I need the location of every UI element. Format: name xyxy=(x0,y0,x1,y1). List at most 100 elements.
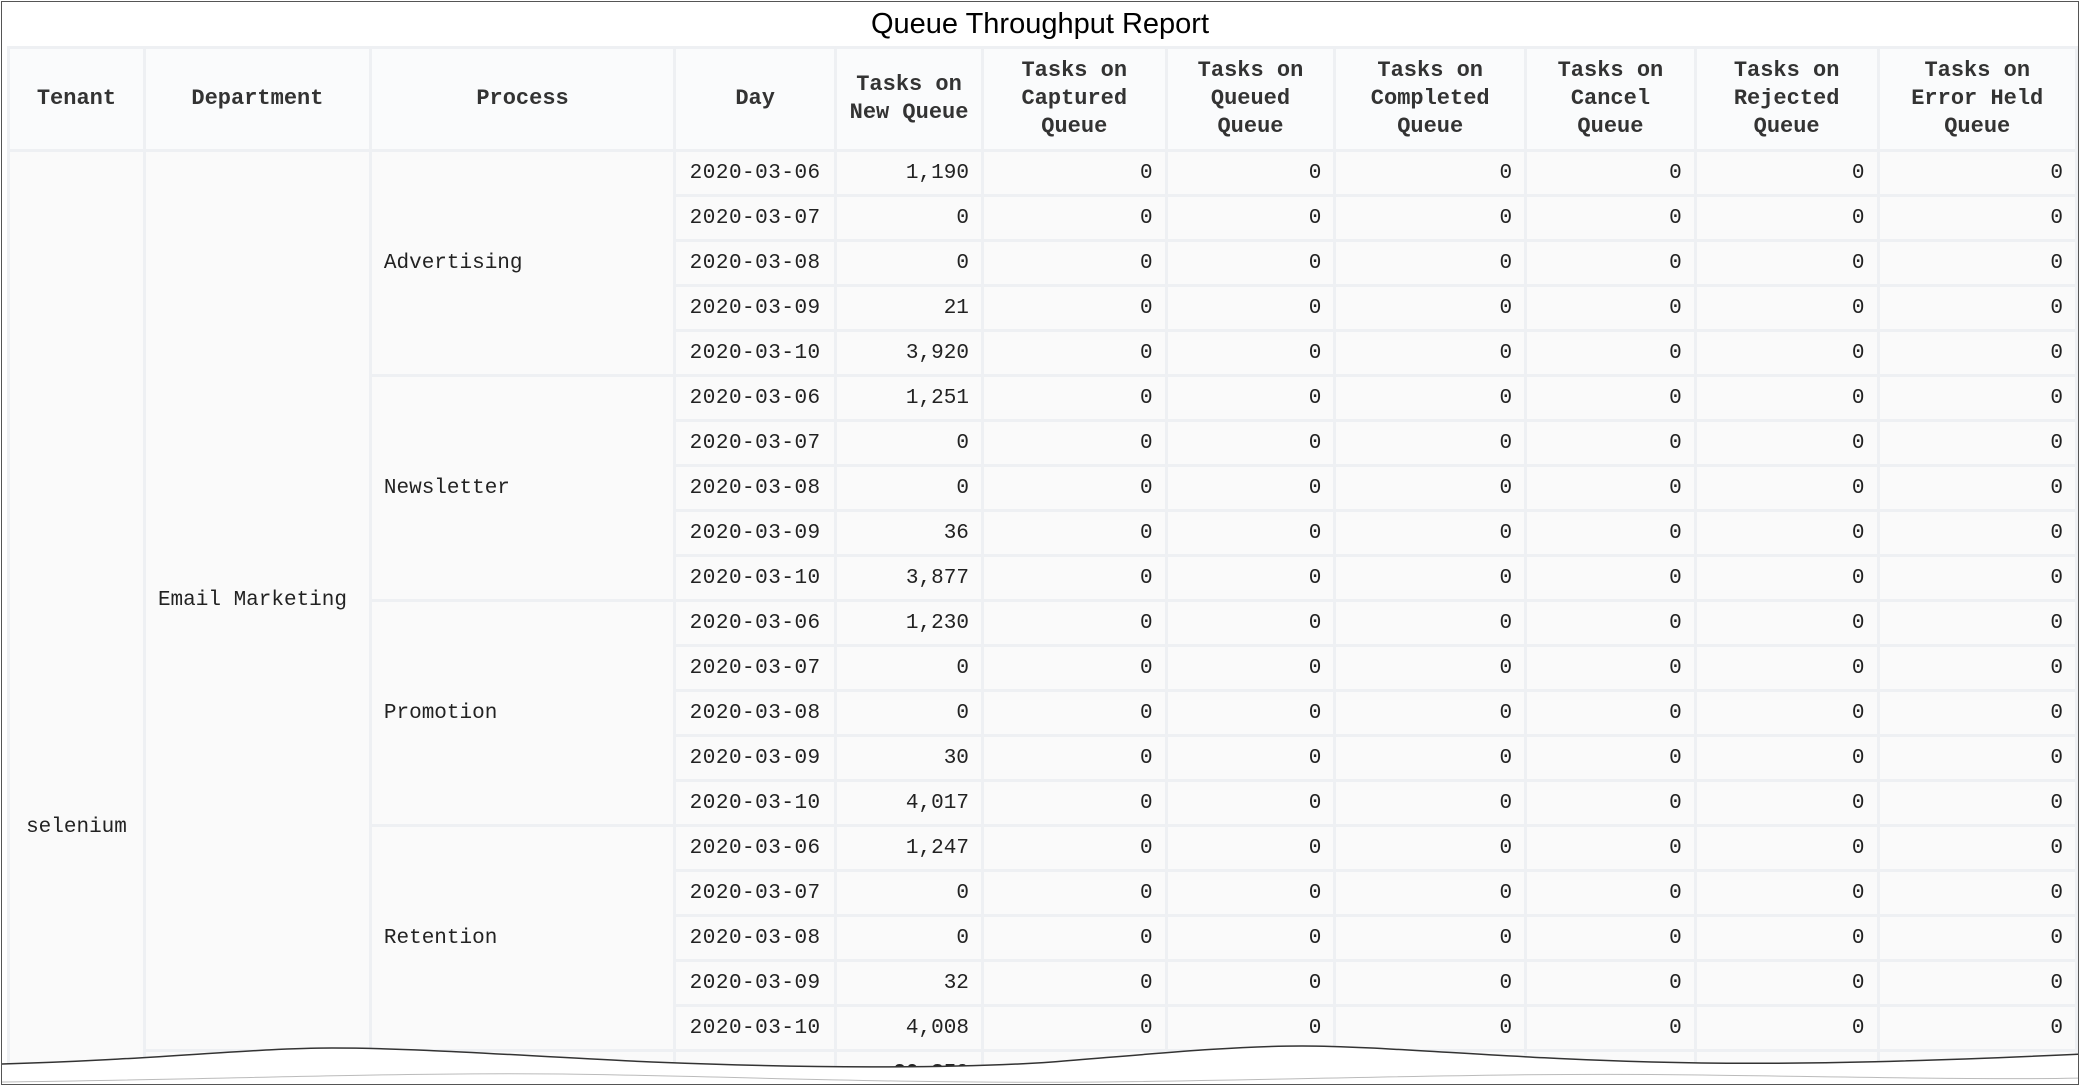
value-cell: 0 xyxy=(1524,599,1697,647)
value-cell: 0 xyxy=(980,284,1168,332)
value-cell: 0 xyxy=(1693,869,1880,917)
value-cell: 0 xyxy=(1333,239,1528,287)
column-header[interactable]: Tenant xyxy=(7,46,146,152)
department-cell: Email Marketing xyxy=(142,149,372,1052)
value-cell: 0 xyxy=(980,779,1168,827)
value-cell: 0 xyxy=(1333,869,1528,917)
value-cell: 0 xyxy=(980,464,1168,512)
value-cell: 0 xyxy=(980,509,1168,557)
value-cell: 0 xyxy=(980,239,1168,287)
value-cell: 0 xyxy=(1524,509,1697,557)
value-cell: 0 xyxy=(1524,419,1697,467)
value-cell: 0 xyxy=(1876,374,2078,422)
column-header[interactable]: Department xyxy=(142,46,372,152)
value-cell: 0 xyxy=(834,194,984,242)
column-header[interactable]: Tasks on Rejected Queue xyxy=(1693,46,1880,152)
value-cell: 0 xyxy=(980,194,1168,242)
value-cell: 1,230 xyxy=(834,599,984,647)
column-header[interactable]: Tasks on Cancel Queue xyxy=(1524,46,1697,152)
value-cell: 0 xyxy=(834,419,984,467)
value-cell: 30 xyxy=(834,734,984,782)
value-cell: 0 xyxy=(1693,374,1880,422)
value-cell: 0 xyxy=(1333,959,1528,1007)
report-frame: Queue Throughput Report Tenant Department… xyxy=(1,1,2079,1085)
tenant-cell: selenium xyxy=(7,149,146,1084)
column-header[interactable]: Day xyxy=(673,46,838,152)
page-tear-edge xyxy=(2,1045,2078,1084)
table-row: selenium Email Marketing Advertising 2020-0… xyxy=(7,149,2078,1084)
value-cell: 21 xyxy=(834,284,984,332)
value-cell: 0 xyxy=(1524,554,1697,602)
day-cell: 2020-03-07 xyxy=(673,194,838,242)
day-cell: 2020-03-10 xyxy=(673,554,838,602)
value-cell: 0 xyxy=(1693,464,1880,512)
value-cell: 0 xyxy=(1693,959,1880,1007)
day-cell: 2020-03-09 xyxy=(673,959,838,1007)
value-cell: 0 xyxy=(1333,149,1528,197)
value-cell: 0 xyxy=(1876,464,2078,512)
value-cell: 0 xyxy=(1333,329,1528,377)
value-cell: 0 xyxy=(1164,869,1337,917)
value-cell: 0 xyxy=(1693,329,1880,377)
value-cell: 0 xyxy=(1693,284,1880,332)
value-cell: 0 xyxy=(1876,914,2078,962)
value-cell: 0 xyxy=(980,689,1168,737)
column-header[interactable]: Tasks on Queued Queue xyxy=(1164,46,1337,152)
value-cell: 0 xyxy=(1524,779,1697,827)
value-cell: 0 xyxy=(1524,149,1697,197)
day-cell: 2020-03-08 xyxy=(673,239,838,287)
day-cell: 2020-03-09 xyxy=(673,734,838,782)
value-cell: 0 xyxy=(834,689,984,737)
value-cell: 0 xyxy=(1164,284,1337,332)
value-cell: 0 xyxy=(1876,599,2078,647)
value-cell: 0 xyxy=(1876,689,2078,737)
value-cell: 0 xyxy=(1693,509,1880,557)
value-cell: 0 xyxy=(1333,824,1528,872)
value-cell: 0 xyxy=(980,599,1168,647)
day-cell: 2020-03-06 xyxy=(673,374,838,422)
value-cell: 0 xyxy=(1164,959,1337,1007)
value-cell: 0 xyxy=(1333,599,1528,647)
value-cell: 1,251 xyxy=(834,374,984,422)
column-header[interactable]: Tasks on Captured Queue xyxy=(980,46,1168,152)
value-cell: 0 xyxy=(1164,599,1337,647)
value-cell: 0 xyxy=(1693,689,1880,737)
column-header[interactable]: Tasks on Error Held Queue xyxy=(1876,46,2078,152)
process-cell: Newsletter xyxy=(368,374,677,602)
value-cell: 0 xyxy=(1524,464,1697,512)
column-header[interactable]: Tasks on New Queue xyxy=(834,46,984,152)
value-cell: 0 xyxy=(1333,554,1528,602)
value-cell: 0 xyxy=(1876,554,2078,602)
value-cell: 0 xyxy=(1876,734,2078,782)
value-cell: 0 xyxy=(1524,194,1697,242)
value-cell: 0 xyxy=(834,914,984,962)
value-cell: 3,877 xyxy=(834,554,984,602)
value-cell: 0 xyxy=(1876,779,2078,827)
day-cell: 2020-03-06 xyxy=(673,599,838,647)
column-header[interactable]: Tasks on Completed Queue xyxy=(1333,46,1528,152)
value-cell: 0 xyxy=(1693,554,1880,602)
value-cell: 0 xyxy=(1164,374,1337,422)
value-cell: 0 xyxy=(1693,914,1880,962)
value-cell: 0 xyxy=(1693,734,1880,782)
day-cell: 2020-03-07 xyxy=(673,644,838,692)
value-cell: 0 xyxy=(1876,824,2078,872)
value-cell: 0 xyxy=(1333,734,1528,782)
value-cell: 0 xyxy=(1876,419,2078,467)
day-cell: 2020-03-09 xyxy=(673,509,838,557)
value-cell: 0 xyxy=(834,464,984,512)
day-cell: 2020-03-08 xyxy=(673,464,838,512)
value-cell: 0 xyxy=(980,329,1168,377)
value-cell: 0 xyxy=(834,644,984,692)
value-cell: 0 xyxy=(1876,239,2078,287)
value-cell: 0 xyxy=(980,419,1168,467)
value-cell: 0 xyxy=(1876,194,2078,242)
value-cell: 0 xyxy=(980,734,1168,782)
value-cell: 32 xyxy=(834,959,984,1007)
day-cell: 2020-03-08 xyxy=(673,914,838,962)
value-cell: 0 xyxy=(1164,194,1337,242)
column-header[interactable]: Process xyxy=(368,46,677,152)
report-title: Queue Throughput Report xyxy=(870,8,1210,40)
day-cell: 2020-03-10 xyxy=(673,329,838,377)
value-cell: 0 xyxy=(980,644,1168,692)
